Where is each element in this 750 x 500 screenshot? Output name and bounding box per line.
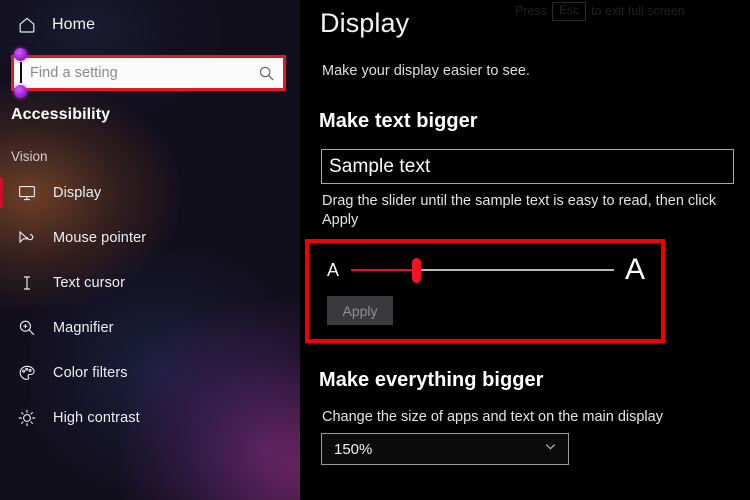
text-selection-handle-top[interactable] [14,48,27,61]
scale-dropdown-value: 150% [334,440,373,458]
slider-max-label: A [624,253,645,287]
main-content: Press Esc to exit full screen Display Ma… [300,0,750,500]
slider-instruction: Drag the slider until the sample text is… [322,193,717,229]
search-input[interactable]: Find a setting [14,58,283,88]
text-selection-handle-bottom[interactable] [14,85,27,98]
text-caret [20,62,22,83]
search-container: Find a setting [11,48,286,98]
slider-highlight-annotation: A A Apply [305,239,665,344]
sidebar-item-display-label: Display [53,184,102,201]
sidebar-item-mouse-pointer-label: Mouse pointer [53,229,147,246]
home-icon [17,15,37,35]
sidebar-item-home-label: Home [52,16,96,33]
sidebar-item-display[interactable]: Display [0,170,300,215]
brightness-icon [17,408,37,428]
scale-description: Change the size of apps and text on the … [322,409,663,426]
navigation-sidebar: Home Find a setting Accessibility Vision… [0,0,300,500]
sample-text-preview: Sample text [321,149,734,184]
sidebar-item-high-contrast[interactable]: High contrast [0,395,300,440]
apply-button[interactable]: Apply [327,296,393,326]
exit-hint-suffix: to exit full screen [590,4,685,19]
exit-hint-prefix: Press [515,4,547,19]
magnifier-icon [17,318,37,338]
text-cursor-icon [17,273,37,293]
monitor-icon [17,183,37,203]
slider-track[interactable] [351,257,614,283]
sidebar-item-color-filters[interactable]: Color filters [0,350,300,395]
sidebar-item-magnifier[interactable]: Magnifier [0,305,300,350]
sidebar-item-home[interactable]: Home [0,8,300,42]
text-size-slider[interactable]: A A [327,255,645,285]
sidebar-item-text-cursor-label: Text cursor [53,274,126,291]
search-highlight-annotation: Find a setting [11,55,286,91]
sidebar-item-color-filters-label: Color filters [53,364,128,381]
sidebar-item-high-contrast-label: High contrast [53,409,140,426]
scale-dropdown[interactable]: 150% [321,433,569,466]
esc-key-badge: Esc [551,2,586,21]
exit-fullscreen-hint: Press Esc to exit full screen [515,2,685,21]
mouse-pointer-icon [17,228,37,248]
slider-thumb[interactable] [412,257,422,283]
sidebar-item-text-cursor[interactable]: Text cursor [0,260,300,305]
section-heading-make-everything-bigger: Make everything bigger [319,369,544,392]
chevron-down-icon[interactable] [544,440,557,458]
sample-text-value: Sample text [329,155,431,177]
section-heading-make-text-bigger: Make text bigger [319,110,478,132]
search-icon[interactable] [258,65,275,82]
slider-track-fill [351,269,417,272]
search-placeholder: Find a setting [30,65,118,81]
sidebar-item-mouse-pointer[interactable]: Mouse pointer [0,215,300,260]
settings-window: Home Find a setting Accessibility Vision… [0,0,750,500]
palette-icon [17,363,37,383]
page-subtitle: Make your display easier to see. [322,63,530,79]
page-title-sidebar: Accessibility [11,106,111,123]
sidebar-item-magnifier-label: Magnifier [53,319,114,336]
sidebar-group-vision: Vision [11,149,48,164]
slider-min-label: A [327,259,340,280]
